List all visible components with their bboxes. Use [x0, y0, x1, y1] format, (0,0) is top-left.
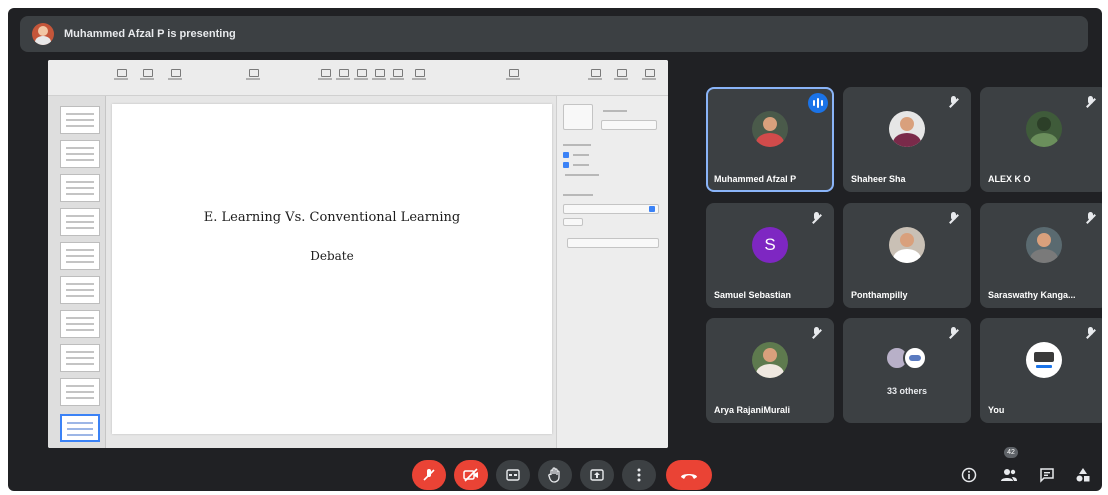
activities-button[interactable] [1072, 464, 1094, 486]
mic-toggle-button[interactable] [412, 460, 446, 490]
participant-tile[interactable]: Saraswathy Kanga... [980, 203, 1102, 308]
info-icon [961, 467, 977, 483]
slide-subtitle: Debate [310, 249, 354, 263]
participant-name: You [988, 405, 1005, 415]
presenter-avatar [32, 23, 54, 45]
participant-tile[interactable]: Muhammed Afzal P [706, 87, 834, 192]
people-button[interactable] [998, 464, 1020, 486]
present-icon [590, 469, 604, 481]
avatar [1026, 111, 1062, 147]
selected-slide-thumbnail [60, 414, 100, 442]
camera-toggle-button[interactable] [454, 460, 488, 490]
others-avatars [881, 344, 933, 374]
mic-off-icon [1084, 211, 1098, 225]
activities-icon [1076, 468, 1090, 482]
participant-tile[interactable]: Shaheer Sha [843, 87, 971, 192]
mic-off-icon [423, 469, 435, 481]
avatar [889, 227, 925, 263]
participant-name: Arya RajaniMurali [714, 405, 791, 415]
people-count-badge: 42 [1004, 447, 1018, 458]
avatar [752, 342, 788, 378]
participant-tile[interactable]: S Samuel Sebastian [706, 203, 834, 308]
more-vert-icon [637, 468, 641, 482]
mic-off-icon [1084, 95, 1098, 109]
mic-off-icon [810, 211, 824, 225]
participant-name: Ponthampilly [851, 290, 908, 300]
call-controls [8, 460, 1102, 490]
slide-navigator [48, 96, 106, 448]
participant-tile[interactable]: ALEX K O [980, 87, 1102, 192]
keynote-toolbar [48, 60, 668, 96]
more-options-button[interactable] [622, 460, 656, 490]
mic-off-icon [947, 326, 961, 340]
participant-tile[interactable]: Arya RajaniMurali [706, 318, 834, 423]
meeting-details-button[interactable] [958, 464, 980, 486]
participant-name: ALEX K O [988, 174, 1031, 184]
mic-off-icon [1084, 326, 1098, 340]
avatar [889, 111, 925, 147]
mic-off-icon [947, 211, 961, 225]
slide-title: E. Learning Vs. Conventional Learning [203, 210, 461, 225]
hand-icon [548, 467, 560, 483]
participant-name: Saraswathy Kanga... [988, 290, 1076, 300]
self-tile[interactable]: You [980, 318, 1102, 423]
avatar [752, 111, 788, 147]
hang-up-icon [681, 474, 697, 479]
others-count: 33 others [886, 386, 928, 396]
slide-canvas: E. Learning Vs. Conventional Learning De… [112, 104, 552, 434]
camera-off-icon [463, 468, 478, 482]
people-icon [1001, 469, 1017, 481]
mic-off-icon [947, 95, 961, 109]
participant-tile[interactable]: Ponthampilly [843, 203, 971, 308]
mic-off-icon [810, 326, 824, 340]
captions-icon [506, 469, 520, 481]
captions-button[interactable] [496, 460, 530, 490]
presenting-banner: Muhammed Afzal P is presenting [20, 16, 1088, 52]
speaking-indicator-icon [808, 93, 828, 113]
others-tile[interactable]: 33 others [843, 318, 971, 423]
present-now-button[interactable] [580, 460, 614, 490]
shared-screen[interactable]: E. Learning Vs. Conventional Learning De… [48, 60, 668, 448]
participant-name: Samuel Sebastian [714, 290, 792, 300]
leave-call-button[interactable] [666, 460, 712, 490]
chat-icon [1040, 468, 1054, 483]
presenting-text: Muhammed Afzal P is presenting [64, 28, 236, 40]
chat-button[interactable] [1036, 464, 1058, 486]
meet-window: Muhammed Afzal P is presenting E. Learni… [8, 8, 1102, 491]
raise-hand-button[interactable] [538, 460, 572, 490]
avatar [1026, 342, 1062, 378]
avatar: S [752, 227, 788, 263]
participant-name: Shaheer Sha [851, 174, 906, 184]
participant-name: Muhammed Afzal P [714, 174, 797, 184]
inspector-panel [556, 96, 668, 448]
avatar [1026, 227, 1062, 263]
